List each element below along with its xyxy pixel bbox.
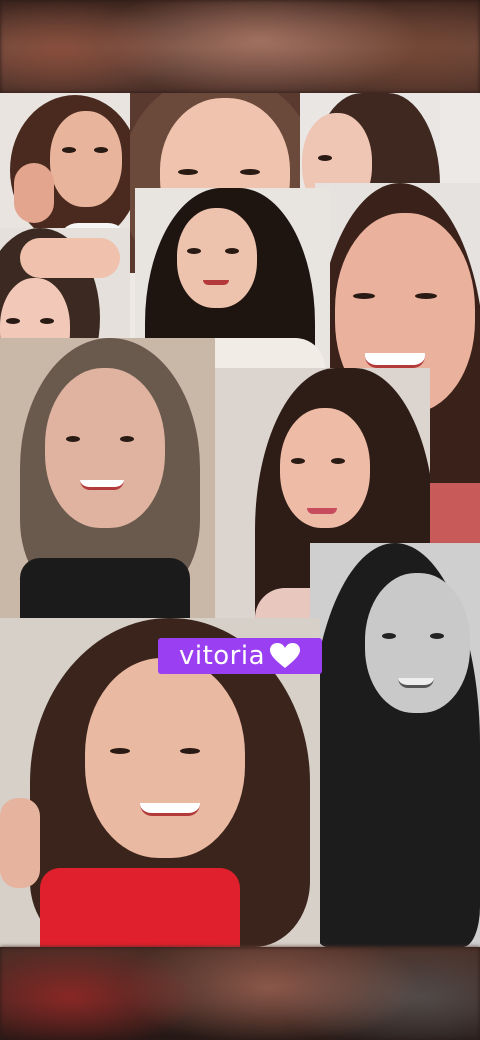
photo-black-and-white — [310, 543, 480, 947]
name-tag: vitoria — [158, 638, 322, 674]
blurred-bottom-background — [0, 947, 480, 1040]
name-tag-text: vitoria — [178, 641, 266, 671]
blurred-top-background — [0, 0, 480, 93]
white-heart-icon — [270, 643, 301, 668]
photo-collage: vitoria — [0, 93, 480, 947]
